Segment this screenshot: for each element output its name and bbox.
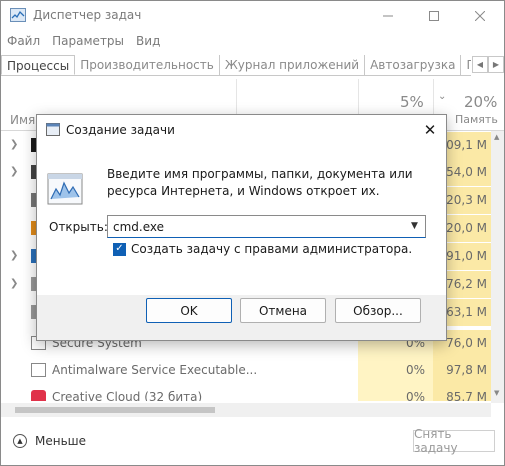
open-command-input[interactable] — [107, 215, 426, 238]
cpu-cell: 0% — [358, 357, 433, 384]
dialog-close-button[interactable]: ✕ — [419, 119, 441, 141]
column-header-memory[interactable]: Память — [455, 113, 498, 126]
scroll-down-icon[interactable]: ▼ — [494, 389, 499, 397]
memory-value: 85,7 М — [446, 390, 487, 401]
minimize-button[interactable] — [365, 1, 411, 31]
tab-performance[interactable]: Производительность — [75, 55, 220, 75]
tab-users[interactable]: Пользов — [461, 55, 471, 75]
run-program-icon — [47, 173, 83, 205]
horizontal-scrollbar[interactable] — [1, 403, 491, 417]
close-icon — [475, 11, 485, 21]
admin-checkbox-label: Создать задачу с правами администратора. — [131, 242, 413, 256]
chevron-right-icon: ▶ — [492, 60, 500, 69]
task-manager-window: Диспетчер задач Файл Параметры Вид Проце… — [0, 0, 505, 466]
memory-value: 97,8 М — [446, 363, 487, 377]
process-row[interactable]: Antimalware Service Executable... 0% 97,… — [1, 357, 491, 384]
end-task-button[interactable]: Снять задачу — [413, 427, 495, 455]
memory-total-percent[interactable]: 20% — [464, 93, 497, 111]
menu-file[interactable]: Файл — [1, 31, 46, 51]
chevron-down-icon: ⌄ — [438, 91, 447, 102]
title-bar[interactable]: Диспетчер задач — [1, 1, 504, 31]
open-label: Открыть: — [49, 220, 108, 234]
chevron-right-icon[interactable]: ❯ — [10, 166, 18, 177]
chevron-up-icon: ▲ — [13, 434, 27, 448]
create-task-dialog: Создание задачи ✕ Введите имя программы,… — [36, 114, 447, 341]
tab-startup[interactable]: Автозагрузка — [365, 55, 462, 75]
chevron-right-icon[interactable]: ❯ — [10, 278, 18, 289]
ok-button[interactable]: OK — [146, 298, 232, 323]
tab-processes[interactable]: Процессы — [1, 55, 76, 75]
tab-scroll-right-button[interactable]: ▶ — [488, 56, 504, 73]
maximize-icon — [429, 11, 439, 21]
memory-cell: 85,7 М — [433, 384, 491, 401]
tab-app-history[interactable]: Журнал приложений — [220, 55, 366, 75]
admin-checkbox-row[interactable]: ✓ Создать задачу с правами администратор… — [113, 242, 412, 256]
cpu-value: 0% — [405, 390, 425, 401]
footer: ▲ Меньше Снять задачу — [1, 421, 504, 465]
scroll-up-icon[interactable]: ▲ — [494, 133, 499, 141]
column-header-name[interactable]: Имя — [10, 113, 35, 127]
vertical-scrollbar[interactable]: ▲ ▼ — [491, 131, 504, 403]
process-name: Creative Cloud (32 бита) — [52, 390, 203, 401]
fewer-details-button[interactable]: ▲ Меньше — [13, 434, 86, 448]
menu-bar: Файл Параметры Вид — [1, 31, 166, 51]
process-name: Antimalware Service Executable... — [52, 363, 258, 377]
menu-view[interactable]: Вид — [130, 31, 166, 51]
close-icon: ✕ — [423, 121, 437, 139]
dialog-description: Введите имя программы, папки, документа … — [107, 167, 413, 198]
creative-cloud-icon — [31, 390, 46, 401]
chevron-down-icon[interactable]: ▼ — [411, 221, 418, 231]
tab-strip: Процессы Производительность Журнал прило… — [1, 55, 471, 76]
cpu-value: 0% — [405, 363, 425, 377]
scroll-thumb[interactable] — [15, 407, 215, 413]
browse-button[interactable]: Обзор... — [335, 298, 421, 323]
cpu-cell: 0% — [358, 384, 433, 401]
close-button[interactable] — [457, 1, 503, 31]
process-row[interactable]: Creative Cloud (32 бита) 0% 85,7 М — [1, 384, 491, 401]
task-manager-icon — [10, 8, 26, 22]
maximize-button[interactable] — [411, 1, 457, 31]
chevron-right-icon[interactable]: ❯ — [10, 250, 18, 261]
memory-cell: 97,8 М — [433, 357, 491, 384]
fewer-details-label: Меньше — [35, 434, 87, 448]
cpu-total-percent[interactable]: 5% — [400, 93, 424, 111]
tab-scroll-left-button[interactable]: ◀ — [472, 56, 488, 73]
menu-options[interactable]: Параметры — [46, 31, 130, 51]
chevron-right-icon[interactable]: ❯ — [10, 139, 18, 150]
dialog-title-bar[interactable]: Создание задачи ✕ — [37, 115, 446, 145]
checkmark-icon[interactable]: ✓ — [113, 242, 126, 256]
minimize-icon — [383, 15, 393, 17]
memory-value: 76,0 М — [446, 336, 487, 350]
cancel-button[interactable]: Отмена — [240, 298, 326, 323]
window-title: Диспетчер задач — [33, 8, 142, 22]
dialog-title: Создание задачи — [66, 123, 175, 137]
run-icon — [46, 123, 60, 136]
dialog-body: Введите имя программы, папки, документа … — [37, 145, 446, 295]
chevron-left-icon: ◀ — [476, 60, 484, 69]
antimalware-icon — [31, 363, 46, 377]
